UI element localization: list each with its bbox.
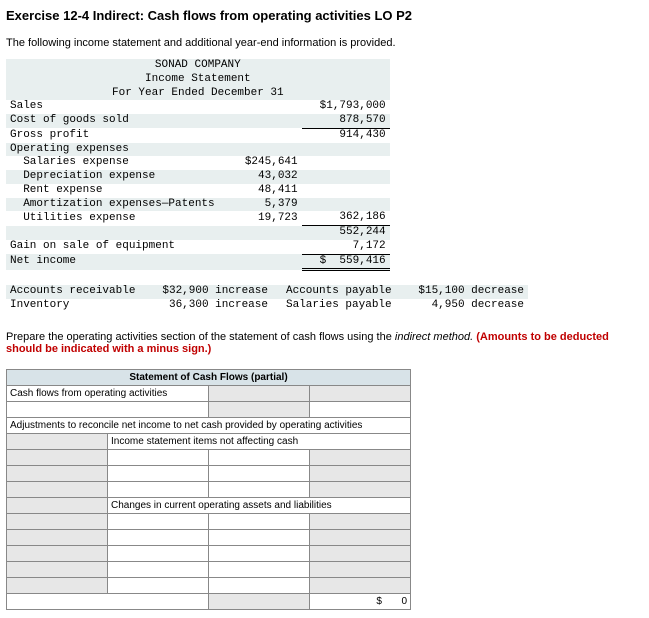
item-input[interactable] (108, 513, 209, 529)
util-amount: 19,723 (219, 211, 302, 225)
ni-label: Net income (6, 254, 219, 270)
amount-input[interactable] (209, 465, 310, 481)
amount-input[interactable] (209, 545, 310, 561)
sal-amount: $245,641 (219, 156, 302, 170)
ap-label: Accounts payable (272, 285, 405, 299)
item-input[interactable] (108, 465, 209, 481)
total-amount: $ 0 (310, 593, 411, 609)
gain-label: Gain on sale of equipment (6, 240, 219, 254)
ap-value: $15,100 decrease (405, 285, 528, 299)
section-operating: Cash flows from operating activities (7, 385, 209, 401)
sales-amount: $1,793,000 (302, 100, 390, 114)
item-input[interactable] (108, 561, 209, 577)
cogs-amount: 878,570 (302, 114, 390, 128)
income-statement: SONAD COMPANY Income Statement For Year … (6, 59, 390, 271)
opex-total: 362,186 (302, 211, 390, 225)
inv-label: Inventory (6, 299, 149, 313)
amount-input[interactable] (209, 481, 310, 497)
intro-text: The following income statement and addit… (6, 37, 643, 49)
worksheet-header: Statement of Cash Flows (partial) (7, 369, 411, 385)
amount-input[interactable] (209, 513, 310, 529)
exercise-title: Exercise 12-4 Indirect: Cash flows from … (6, 8, 643, 23)
gp-amount: 914,430 (302, 128, 390, 142)
amount-input[interactable] (310, 401, 411, 417)
item-input[interactable] (108, 529, 209, 545)
util-label: Utilities expense (6, 211, 219, 225)
rent-amount: 48,411 (219, 184, 302, 198)
period: For Year Ended December 31 (6, 87, 390, 101)
opinc-amount: 552,244 (302, 226, 390, 240)
blank-cell (310, 385, 411, 401)
gain-amount: 7,172 (302, 240, 390, 254)
item-input[interactable] (108, 449, 209, 465)
rent-label: Rent expense (6, 184, 219, 198)
sales-label: Sales (6, 100, 219, 114)
amort-amount: 5,379 (219, 198, 302, 212)
item-input[interactable] (108, 545, 209, 561)
gp-label: Gross profit (6, 128, 219, 142)
dep-label: Depreciation expense (6, 170, 219, 184)
cogs-label: Cost of goods sold (6, 114, 219, 128)
amort-label: Amortization expenses—Patents (6, 198, 219, 212)
item-input[interactable] (108, 577, 209, 593)
amount-input[interactable] (209, 561, 310, 577)
opex-label: Operating expenses (6, 143, 219, 157)
item-input[interactable] (108, 481, 209, 497)
amount-input[interactable] (209, 577, 310, 593)
company-name: SONAD COMPANY (6, 59, 390, 73)
report-name: Income Statement (6, 73, 390, 87)
ar-value: $32,900 increase (149, 285, 272, 299)
total-line[interactable] (7, 593, 209, 609)
sal-label: Salaries expense (6, 156, 219, 170)
sp-label: Salaries payable (272, 299, 405, 313)
cash-flows-worksheet: Statement of Cash Flows (partial) Cash f… (6, 369, 411, 610)
ni-amount: $ 559,416 (302, 254, 390, 270)
changes-table: Accounts receivable $32,900 increase Acc… (6, 285, 528, 313)
dep-amount: 43,032 (219, 170, 302, 184)
blank-cell (209, 385, 310, 401)
input-line[interactable] (7, 401, 209, 417)
inv-value: 36,300 increase (149, 299, 272, 313)
instruction: Prepare the operating activities section… (6, 331, 643, 355)
section-changes: Changes in current operating assets and … (108, 497, 411, 513)
amount-input[interactable] (209, 529, 310, 545)
section-adjustments: Adjustments to reconcile net income to n… (7, 417, 411, 433)
section-noncash: Income statement items not affecting cas… (108, 433, 411, 449)
amount-input[interactable] (209, 449, 310, 465)
sp-value: 4,950 decrease (405, 299, 528, 313)
ar-label: Accounts receivable (6, 285, 149, 299)
